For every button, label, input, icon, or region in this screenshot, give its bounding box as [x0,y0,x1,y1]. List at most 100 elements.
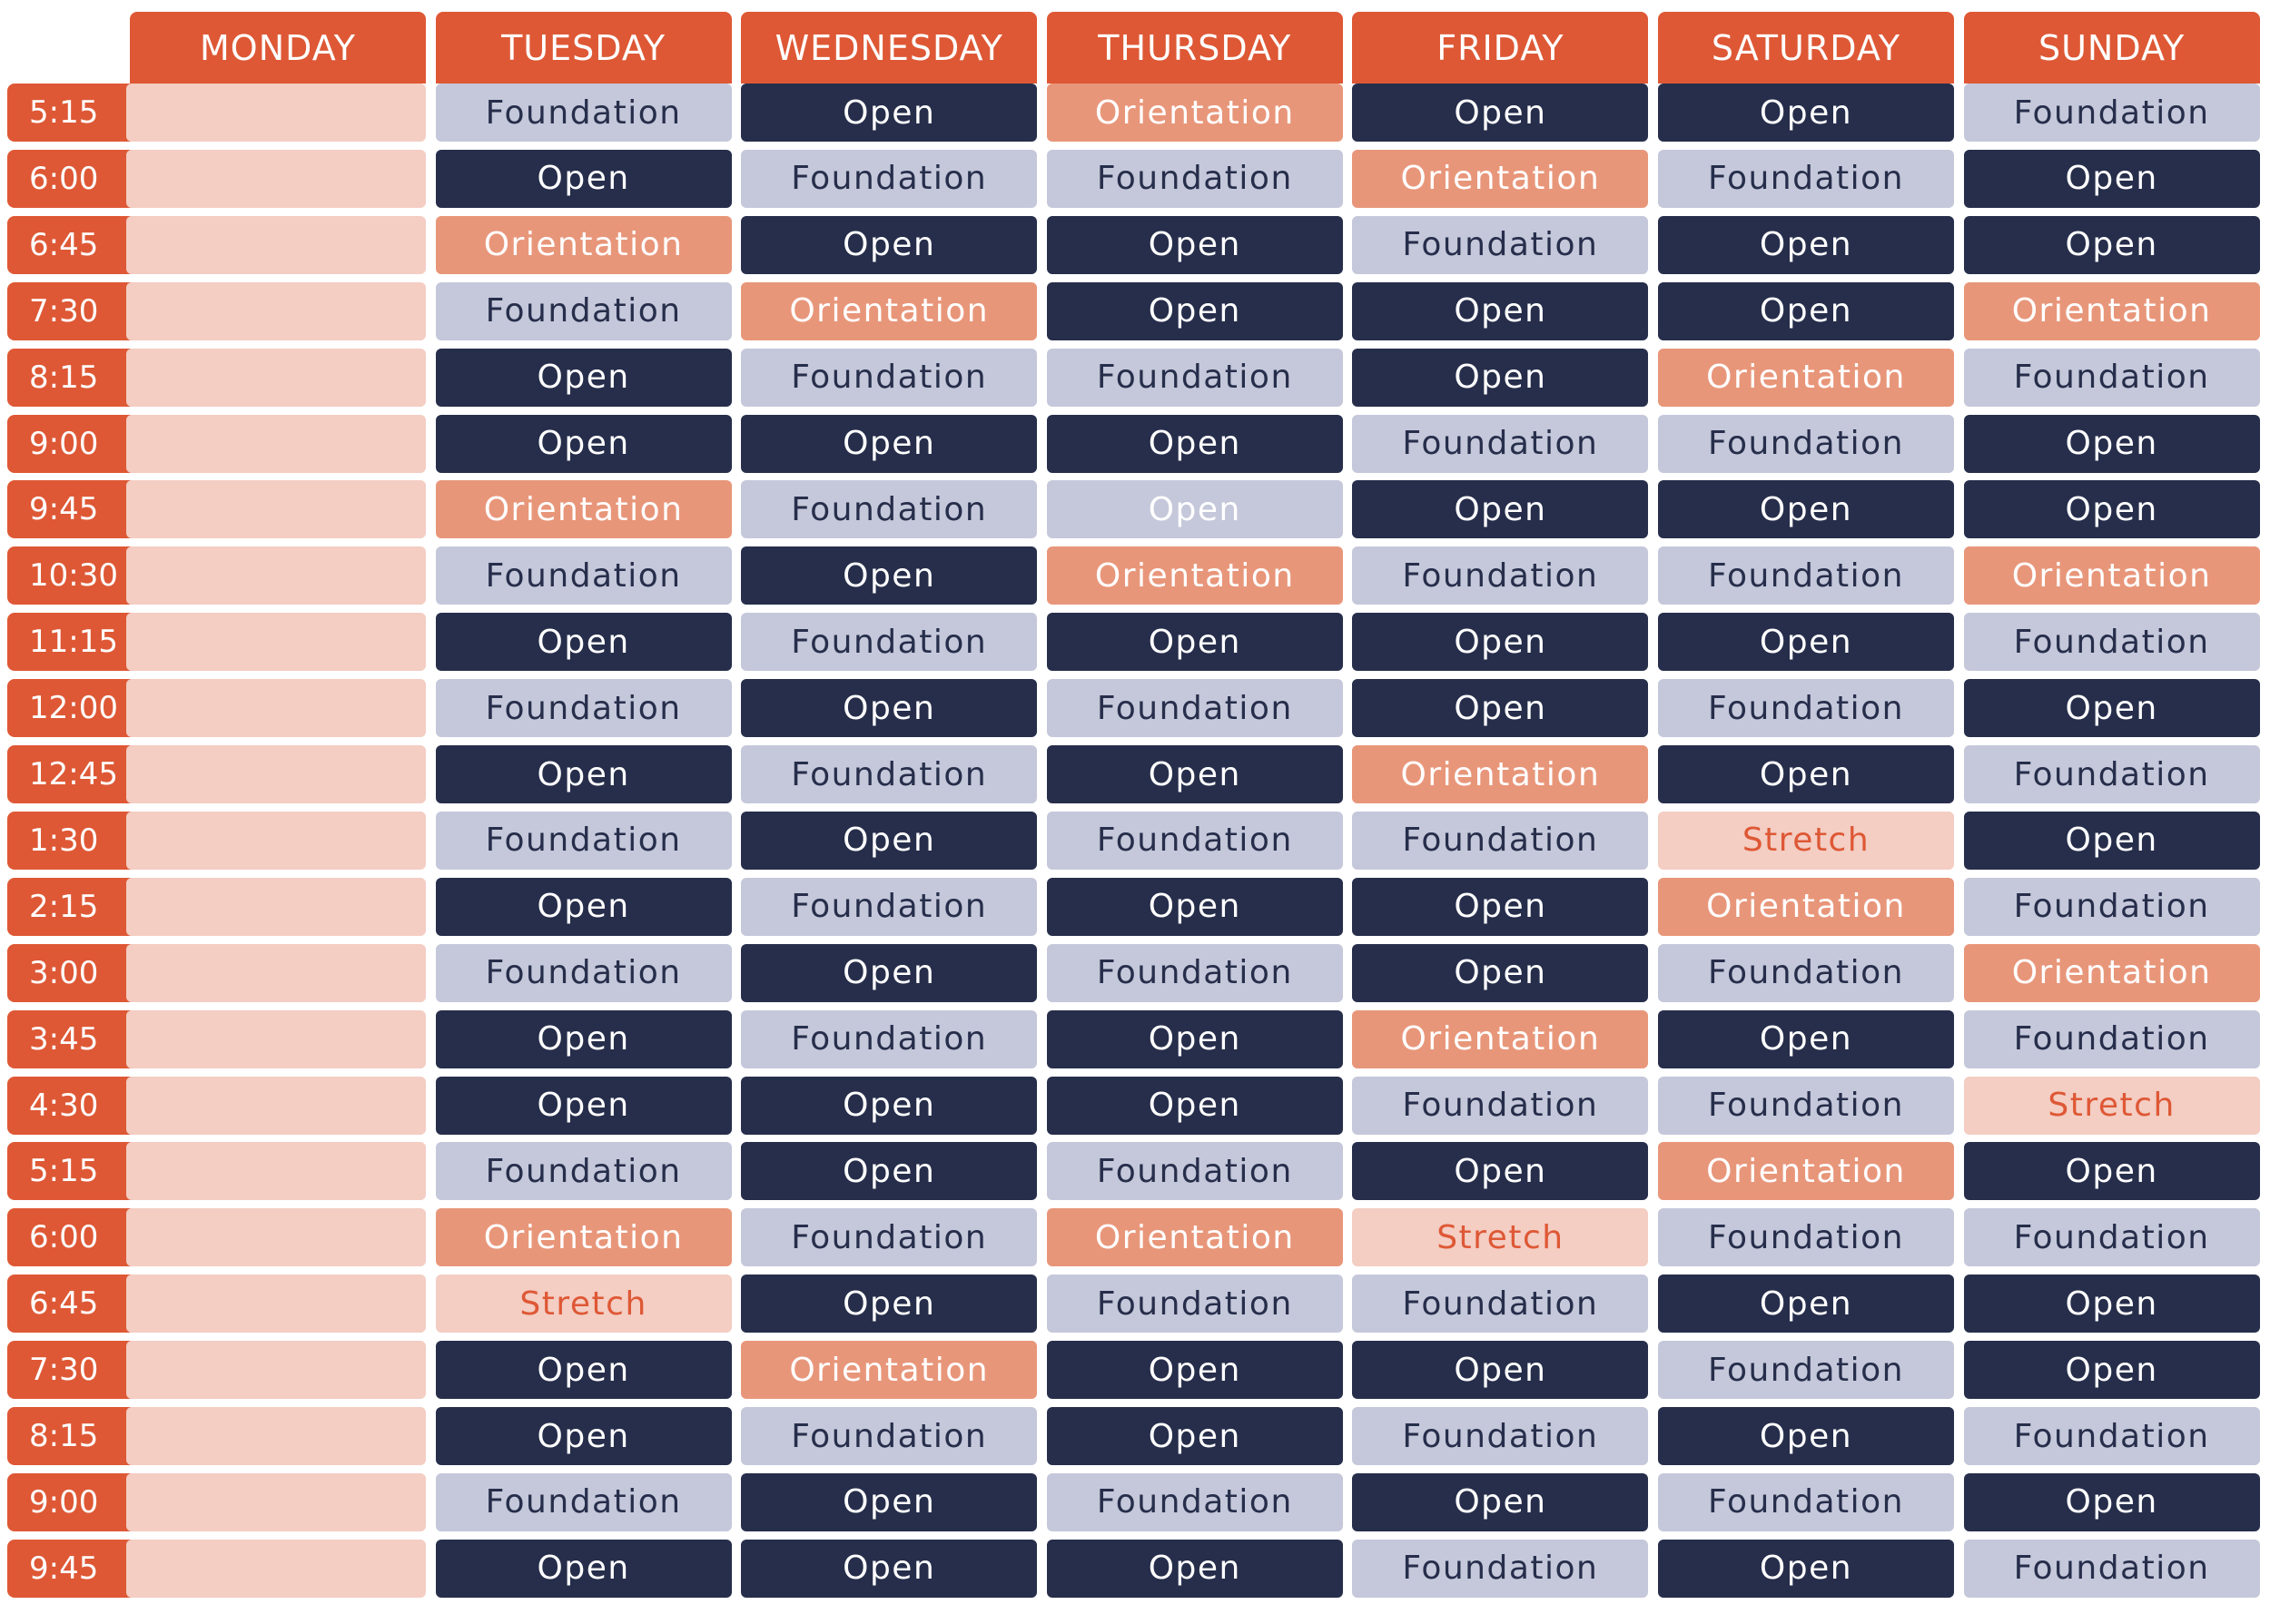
class-slot-open[interactable]: Open [1046,215,1343,274]
class-slot-foundation[interactable]: Foundation [1963,84,2260,142]
class-slot-foundation[interactable]: Foundation [741,877,1038,936]
class-slot-open[interactable]: Open [1963,811,2260,870]
class-slot-open[interactable]: Open [1352,1142,1649,1201]
class-slot-open[interactable]: Open [1963,1341,2260,1400]
class-slot-open[interactable]: Open [1352,348,1649,407]
class-slot-orientation[interactable]: Orientation [1963,546,2260,605]
class-slot-open[interactable]: Open [435,1076,732,1135]
class-slot-open[interactable]: Open [1352,613,1649,672]
class-slot-orientation[interactable]: Orientation [1352,1009,1649,1068]
class-slot-foundation[interactable]: Foundation [1046,149,1343,208]
class-slot-foundation[interactable]: Foundation [1963,613,2260,672]
class-slot-foundation[interactable]: Foundation [1352,546,1649,605]
class-slot-stretch[interactable]: Stretch [1658,811,1954,870]
class-slot-open[interactable]: Open [741,943,1038,1002]
class-slot-open[interactable]: Open [1963,149,2260,208]
class-slot-orientation[interactable]: Orientation [1658,877,1954,936]
class-slot-open[interactable]: Open [741,215,1038,274]
class-slot-stretch[interactable]: Stretch [1352,1208,1649,1267]
class-slot-open[interactable]: Open [1658,1275,1954,1334]
class-slot-foundation[interactable]: Foundation [741,613,1038,672]
class-slot-open[interactable]: Open [741,546,1038,605]
class-slot-foundation[interactable]: Foundation [1352,1076,1649,1135]
class-slot-open[interactable]: Open [435,1341,732,1400]
class-slot-foundation[interactable]: Foundation [1352,1539,1649,1598]
class-slot-orientation[interactable]: Orientation [435,215,732,274]
class-slot-orientation[interactable]: Orientation [1658,348,1954,407]
class-slot-open[interactable]: Open [1658,281,1954,340]
class-slot-open[interactable]: Open [1352,943,1649,1002]
class-slot-foundation[interactable]: Foundation [1658,1076,1954,1135]
class-slot-orientation[interactable]: Orientation [741,1341,1038,1400]
class-slot-open[interactable]: Open [1046,1009,1343,1068]
class-slot-open[interactable]: Open [435,414,732,473]
class-slot-open[interactable]: Open [1046,613,1343,672]
class-slot-open[interactable]: Open [741,84,1038,142]
class-slot-foundation[interactable]: Foundation [1046,811,1343,870]
class-slot-open[interactable]: Open [741,1076,1038,1135]
class-slot-foundation[interactable]: Foundation [1046,679,1343,738]
class-slot-open[interactable]: Open [1658,1407,1954,1465]
class-slot-open[interactable]: Open [1046,480,1343,539]
class-slot-foundation[interactable]: Foundation [1352,1275,1649,1334]
class-slot-foundation[interactable]: Foundation [1046,1275,1343,1334]
class-slot-open[interactable]: Open [1046,877,1343,936]
class-slot-foundation[interactable]: Foundation [1352,1407,1649,1465]
class-slot-foundation[interactable]: Foundation [435,281,732,340]
class-slot-foundation[interactable]: Foundation [1658,414,1954,473]
class-slot-open[interactable]: Open [1046,1076,1343,1135]
class-slot-foundation[interactable]: Foundation [1963,745,2260,803]
class-slot-open[interactable]: Open [1046,1341,1343,1400]
class-slot-orientation[interactable]: Orientation [1352,745,1649,803]
class-slot-foundation[interactable]: Foundation [1658,546,1954,605]
class-slot-open[interactable]: Open [435,348,732,407]
class-slot-open[interactable]: Open [741,1275,1038,1334]
class-slot-foundation[interactable]: Foundation [435,84,732,142]
class-slot-foundation[interactable]: Foundation [1963,1208,2260,1267]
class-slot-foundation[interactable]: Foundation [1046,1472,1343,1531]
class-slot-foundation[interactable]: Foundation [1658,1208,1954,1267]
class-slot-open[interactable]: Open [1658,215,1954,274]
class-slot-foundation[interactable]: Foundation [435,811,732,870]
class-slot-foundation[interactable]: Foundation [741,1407,1038,1465]
class-slot-open[interactable]: Open [1658,480,1954,539]
class-slot-open[interactable]: Open [435,877,732,936]
class-slot-open[interactable]: Open [435,745,732,803]
class-slot-foundation[interactable]: Foundation [1046,943,1343,1002]
class-slot-open[interactable]: Open [1352,84,1649,142]
class-slot-foundation[interactable]: Foundation [435,943,732,1002]
class-slot-foundation[interactable]: Foundation [741,1208,1038,1267]
class-slot-foundation[interactable]: Foundation [1658,943,1954,1002]
class-slot-foundation[interactable]: Foundation [1658,1472,1954,1531]
class-slot-orientation[interactable]: Orientation [1963,943,2260,1002]
class-slot-foundation[interactable]: Foundation [1352,414,1649,473]
class-slot-orientation[interactable]: Orientation [435,1208,732,1267]
class-slot-stretch[interactable]: Stretch [1963,1076,2260,1135]
class-slot-open[interactable]: Open [1352,1472,1649,1531]
class-slot-foundation[interactable]: Foundation [1963,1407,2260,1465]
class-slot-orientation[interactable]: Orientation [1352,149,1649,208]
class-slot-open[interactable]: Open [1352,1341,1649,1400]
class-slot-foundation[interactable]: Foundation [1658,679,1954,738]
class-slot-open[interactable]: Open [1046,1539,1343,1598]
class-slot-open[interactable]: Open [1963,1472,2260,1531]
class-slot-open[interactable]: Open [1963,1142,2260,1201]
class-slot-open[interactable]: Open [435,1009,732,1068]
class-slot-open[interactable]: Open [1963,1275,2260,1334]
class-slot-foundation[interactable]: Foundation [741,348,1038,407]
class-slot-foundation[interactable]: Foundation [1963,1539,2260,1598]
class-slot-open[interactable]: Open [741,1539,1038,1598]
class-slot-orientation[interactable]: Orientation [1046,1208,1343,1267]
class-slot-foundation[interactable]: Foundation [1963,877,2260,936]
class-slot-open[interactable]: Open [741,1472,1038,1531]
class-slot-orientation[interactable]: Orientation [741,281,1038,340]
class-slot-open[interactable]: Open [435,1407,732,1465]
class-slot-open[interactable]: Open [1046,745,1343,803]
class-slot-foundation[interactable]: Foundation [1963,1009,2260,1068]
class-slot-foundation[interactable]: Foundation [1963,348,2260,407]
class-slot-open[interactable]: Open [1352,679,1649,738]
class-slot-open[interactable]: Open [435,613,732,672]
class-slot-foundation[interactable]: Foundation [741,149,1038,208]
class-slot-stretch[interactable]: Stretch [435,1275,732,1334]
class-slot-foundation[interactable]: Foundation [435,679,732,738]
